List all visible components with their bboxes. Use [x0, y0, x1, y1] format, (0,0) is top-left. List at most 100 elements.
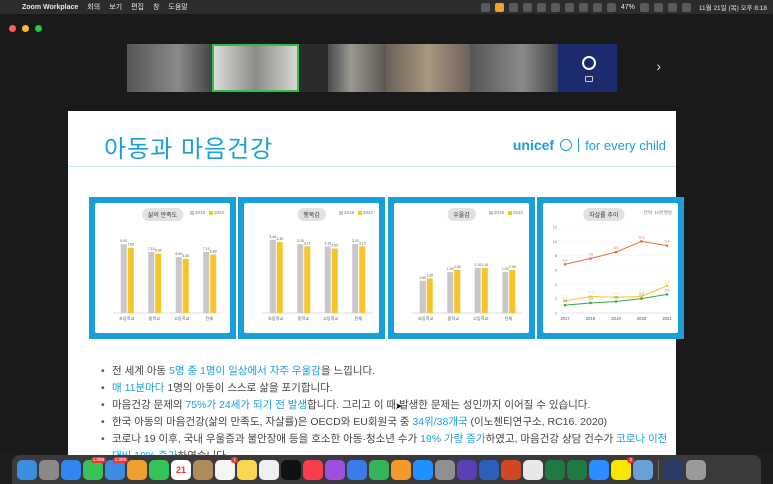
chrome-icon[interactable] — [523, 459, 543, 480]
slide-title: 아동과 마음건강 — [104, 136, 274, 163]
contacts-icon[interactable] — [193, 459, 213, 480]
data-label: 10.0 — [638, 235, 645, 239]
zoom-button[interactable] — [35, 25, 42, 32]
video-tile[interactable] — [558, 44, 617, 92]
x-tick-label: 초등학교 — [119, 315, 135, 322]
bar — [447, 272, 454, 313]
status-icon[interactable] — [564, 2, 574, 12]
obs-icon — [582, 56, 596, 70]
menu-view[interactable]: 보기 — [109, 2, 122, 12]
data-label: 8.5 — [614, 246, 619, 250]
y-tick-label: 4 — [555, 283, 557, 287]
menu-help[interactable]: 도움말 — [168, 2, 187, 12]
status-icon[interactable] — [550, 2, 560, 12]
status-icon[interactable] — [578, 2, 588, 12]
app-icon[interactable] — [664, 459, 684, 480]
menu-window[interactable]: 창 — [153, 2, 159, 12]
messages-icon[interactable]: 1,098 — [83, 456, 106, 480]
appstore-icon[interactable] — [413, 459, 433, 480]
app-menu[interactable]: Zoom Workplace — [22, 4, 78, 11]
menu-meeting[interactable]: 회의 — [87, 2, 100, 12]
notes-icon[interactable] — [237, 459, 257, 480]
video-tile[interactable] — [386, 44, 470, 92]
launchpad-icon[interactable] — [39, 459, 59, 480]
status-icon[interactable] — [480, 2, 490, 12]
safari-icon[interactable] — [61, 459, 81, 480]
data-label: 2.3 — [588, 291, 593, 295]
word-icon[interactable] — [479, 459, 499, 480]
facetime-icon[interactable] — [149, 459, 169, 480]
calendar-icon[interactable]: 21 — [171, 459, 191, 480]
status-icon[interactable] — [536, 2, 546, 12]
status-icon[interactable] — [592, 2, 602, 12]
bullet-text: 마음건강 문제의 — [112, 399, 186, 411]
bar-chart-depression: 1.501.60초등학교1.902.00중학교2.10 2.10고등학교1.902… — [412, 263, 522, 322]
bar — [454, 270, 461, 313]
trash-icon[interactable] — [686, 459, 706, 480]
music-icon[interactable] — [303, 459, 323, 480]
bullet-text: (이노첸티연구소, RC16. 2020) — [467, 416, 608, 428]
x-tick-label: 2018 — [586, 316, 596, 321]
bar — [419, 280, 426, 313]
pages-icon[interactable] — [391, 459, 411, 480]
video-tile[interactable] — [328, 44, 386, 92]
reminders-icon[interactable]: 1 — [215, 456, 238, 480]
preview-icon[interactable] — [633, 459, 653, 480]
tv-icon[interactable] — [281, 459, 301, 480]
keynote-icon[interactable] — [347, 459, 367, 480]
zoom-icon[interactable] — [589, 459, 609, 480]
video-tile[interactable] — [470, 44, 558, 92]
logo-divider — [578, 138, 580, 152]
x-tick-label: 중학교 — [148, 315, 160, 322]
photos-icon[interactable] — [127, 459, 147, 480]
bar — [426, 278, 433, 313]
numbers-icon[interactable] — [369, 459, 389, 480]
y-tick-label: 10 — [553, 240, 557, 244]
status-icon[interactable] — [522, 2, 532, 12]
bar — [276, 242, 283, 313]
status-icon[interactable] — [508, 2, 518, 12]
search-icon[interactable] — [667, 2, 677, 12]
freeform-icon[interactable] — [259, 459, 279, 480]
data-label: 1.6 — [614, 296, 619, 300]
chart-panel-depression: 우울감 2018 2022 1.50 1.60 초등학교 1.90 2.00 중학교 2.10… — [388, 197, 535, 339]
bullet-item: 매 11분마다 1명의 아동이 스스로 삶을 포기합니다. — [101, 380, 671, 397]
powerpoint-icon[interactable] — [501, 459, 521, 480]
control-center-icon[interactable] — [681, 2, 691, 12]
settings-icon[interactable] — [435, 459, 455, 480]
data-point — [589, 301, 592, 305]
chevron-right-icon[interactable]: › — [656, 58, 661, 74]
battery-icon[interactable] — [639, 2, 649, 12]
bullet-text: 한국 아동의 마음건강(삶의 만족도, 자살률)은 OECD와 EU회원국 중 — [112, 416, 413, 428]
bullet-list: 전 세계 아동 5명 중 1명이 일상에서 자주 우울감을 느낍니다.매 11분… — [101, 363, 671, 465]
data-label: 6.8 — [563, 258, 568, 262]
bullet-text: 코로나 19 이후, 국내 우울증과 불안장애 등을 호소한 아동·청소년 수가 — [112, 433, 421, 445]
status-icon[interactable] — [606, 2, 616, 12]
video-tile[interactable] — [127, 44, 212, 92]
mail-icon[interactable]: 1,009 — [105, 456, 128, 480]
data-label: 2.0 — [639, 293, 644, 297]
podcasts-icon[interactable] — [325, 459, 345, 480]
menu-edit[interactable]: 편집 — [131, 2, 144, 12]
bar — [148, 251, 155, 313]
kakaotalk-icon[interactable]: 2 — [611, 456, 634, 480]
data-label: 6.50 — [175, 252, 182, 256]
data-label: 2.10 — [481, 263, 488, 267]
data-point — [665, 293, 669, 296]
close-button[interactable] — [9, 25, 16, 32]
data-label: 7.10 — [148, 247, 155, 251]
excel-icon[interactable] — [567, 459, 587, 480]
wifi-icon[interactable] — [653, 2, 663, 12]
obsidian-icon[interactable] — [457, 459, 477, 480]
bar — [481, 267, 488, 313]
clock[interactable]: 11월 21일 (목) 오후 8:18 — [699, 2, 767, 12]
microphone-icon[interactable] — [494, 2, 504, 12]
bar-chart-happiness: 3.403.30초등학교3.203.10중학교3.103.00고등학교3.203… — [262, 235, 372, 322]
data-label: 2.00 — [509, 265, 516, 269]
minimize-button[interactable] — [22, 25, 29, 32]
unicef-logo: unicef for every child — [513, 137, 666, 153]
active-speaker-tile[interactable] — [212, 44, 299, 92]
bar — [175, 257, 182, 313]
finder-icon[interactable] — [17, 459, 37, 480]
excel-helper-icon[interactable] — [545, 459, 565, 480]
